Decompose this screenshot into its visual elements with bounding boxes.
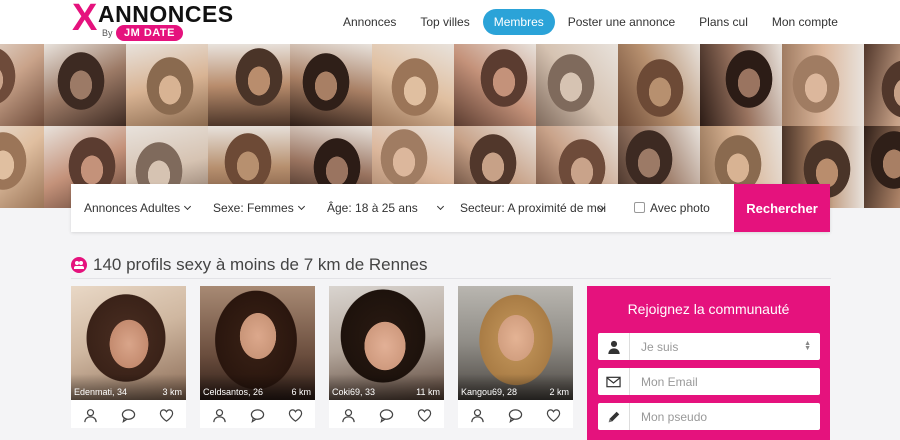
- profile-actions: [329, 402, 444, 428]
- profile-user-icon[interactable]: [341, 408, 356, 423]
- heart-icon[interactable]: [159, 408, 174, 423]
- category-select-value: Annonces Adultes: [84, 201, 181, 215]
- mosaic-profile-photo: [0, 44, 44, 126]
- nav-mon-compte[interactable]: Mon compte: [761, 9, 849, 35]
- pseudo-field[interactable]: Mon pseudo: [598, 403, 820, 430]
- category-select[interactable]: Annonces Adultes: [84, 201, 192, 215]
- gender-select[interactable]: Je suis ▲ ▼: [598, 333, 820, 360]
- mosaic-profile-photo: [44, 44, 126, 126]
- search-bar: Annonces Adultes Sexe: Femmes Âge: 18 à …: [71, 184, 830, 232]
- gender-select-placeholder: Je suis: [641, 340, 679, 354]
- profile-name: Edenmati, 34: [74, 387, 128, 397]
- mosaic-profile-photo: [372, 44, 454, 126]
- profile-name: Celdsantos, 26: [203, 387, 264, 397]
- profile-user-icon[interactable]: [470, 408, 485, 423]
- email-field-placeholder: Mon Email: [641, 375, 698, 389]
- signup-title: Rejoignez la communauté: [627, 301, 790, 317]
- mosaic-profile-photo: [700, 44, 782, 126]
- profile-user-icon[interactable]: [83, 408, 98, 423]
- profile-distance: 3 km: [162, 387, 182, 397]
- profile-actions: [71, 402, 186, 428]
- sex-select-value: Sexe: Femmes: [213, 201, 294, 215]
- profile-distance: 2 km: [549, 387, 569, 397]
- site-header: X ANNONCES By JM DATE Annonces Top ville…: [0, 0, 900, 44]
- results-title: 140 profils sexy à moins de 7 km de Renn…: [93, 255, 428, 274]
- select-arrows-icon: ▲ ▼: [804, 340, 811, 352]
- message-icon[interactable]: [250, 408, 265, 423]
- user-icon: [598, 333, 630, 360]
- profile-user-icon[interactable]: [212, 408, 227, 423]
- chevron-down-icon: [436, 202, 444, 211]
- nav-plans-cul[interactable]: Plans cul: [688, 9, 759, 35]
- logo-brand-badge: JM DATE: [116, 25, 183, 41]
- nav-annonces[interactable]: Annonces: [332, 9, 407, 35]
- search-button[interactable]: Rechercher: [734, 184, 830, 232]
- mosaic-profile-photo: [782, 44, 864, 126]
- section-divider: [71, 278, 831, 279]
- envelope-icon: [598, 368, 630, 395]
- profile-distance: 11 km: [416, 387, 440, 397]
- site-logo[interactable]: X ANNONCES By JM DATE: [72, 0, 242, 42]
- logo-wordmark: ANNONCES: [98, 1, 234, 27]
- nav-membres[interactable]: Membres: [482, 9, 555, 35]
- profile-photo[interactable]: [71, 286, 186, 400]
- sex-select[interactable]: Sexe: Femmes: [213, 201, 305, 215]
- profile-photo[interactable]: [200, 286, 315, 400]
- mosaic-profile-photo: [208, 44, 290, 126]
- profile-card[interactable]: Edenmati, 34 3 km: [71, 286, 186, 428]
- mosaic-profile-photo: [290, 44, 372, 126]
- profile-name: Coki69, 33: [332, 387, 376, 397]
- profile-card[interactable]: Kangou69, 28 2 km: [458, 286, 573, 428]
- sector-select[interactable]: Secteur: A proximité de moi: [460, 201, 606, 215]
- age-select[interactable]: Âge: 18 à 25 ans: [327, 201, 444, 215]
- mosaic-profile-photo: [536, 44, 618, 126]
- profile-name: Kangou69, 28: [461, 387, 518, 397]
- photo-checkbox-label[interactable]: Avec photo: [650, 201, 710, 215]
- photo-checkbox[interactable]: [634, 202, 645, 213]
- profile-photo[interactable]: [329, 286, 444, 400]
- mosaic-profile-photo: [126, 44, 208, 126]
- email-field[interactable]: Mon Email: [598, 368, 820, 395]
- age-select-value: Âge: 18 à 25 ans: [327, 201, 418, 215]
- heart-icon[interactable]: [417, 408, 432, 423]
- mosaic-profile-photo: [864, 44, 900, 126]
- profile-actions: [200, 402, 315, 428]
- message-icon[interactable]: [121, 408, 136, 423]
- sector-select-value: Secteur: A proximité de moi: [460, 201, 606, 215]
- profile-actions: [458, 402, 573, 428]
- message-icon[interactable]: [508, 408, 523, 423]
- profile-card[interactable]: Coki69, 33 11 km: [329, 286, 444, 428]
- mosaic-profile-photo: [0, 126, 44, 208]
- logo-x: X: [72, 0, 98, 39]
- nav-poster-annonce[interactable]: Poster une annonce: [557, 9, 686, 35]
- heart-icon[interactable]: [288, 408, 303, 423]
- profile-photo[interactable]: [458, 286, 573, 400]
- profile-distance: 6 km: [291, 387, 311, 397]
- mosaic-profile-photo: [864, 126, 900, 208]
- heart-icon[interactable]: [546, 408, 561, 423]
- pencil-icon: [598, 403, 630, 430]
- nav-top-villes[interactable]: Top villes: [409, 9, 480, 35]
- chevron-down-icon: [184, 202, 192, 211]
- mosaic-profile-photo: [454, 44, 536, 126]
- results-heading: 140 profils sexy à moins de 7 km de Renn…: [71, 255, 428, 275]
- profile-card[interactable]: Celdsantos, 26 6 km: [200, 286, 315, 428]
- message-icon[interactable]: [379, 408, 394, 423]
- main-nav: Annonces Top villes Membres Poster une a…: [332, 9, 851, 35]
- mosaic-profile-photo: [618, 44, 700, 126]
- chevron-down-icon: [297, 202, 305, 211]
- signup-panel: Rejoignez la communauté Je suis ▲ ▼ Mon E…: [587, 286, 830, 440]
- pseudo-field-placeholder: Mon pseudo: [641, 410, 708, 424]
- users-icon: [71, 257, 87, 273]
- logo-by: By: [102, 28, 113, 38]
